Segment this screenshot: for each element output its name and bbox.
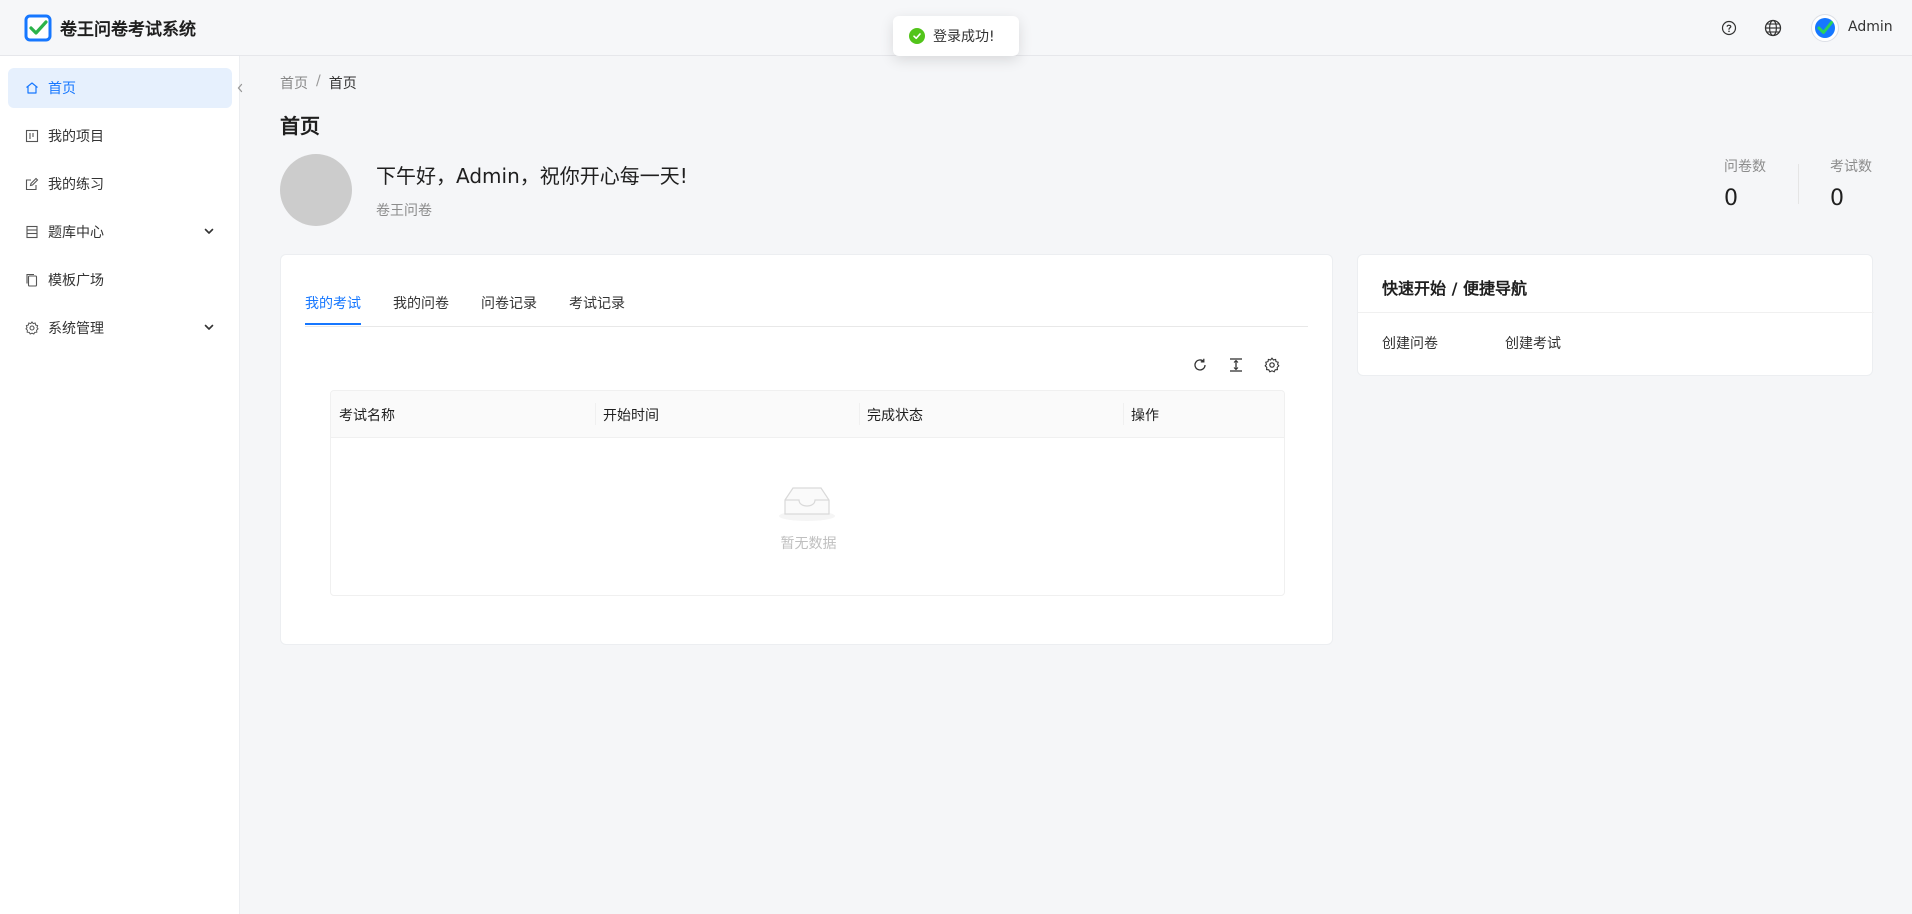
- sidebar-item-label: 首页: [48, 81, 76, 97]
- copy-icon: [24, 272, 40, 288]
- column-header-start-time: 开始时间: [603, 407, 659, 424]
- records-card: 我的考试 我的问卷 问卷记录 考试记录 考试名称 开始时间 完成状态 操作 暂无…: [280, 254, 1333, 645]
- table-toolbar: [281, 355, 1334, 379]
- sidebar-item-system[interactable]: 系统管理: [8, 308, 232, 348]
- table-header: 考试名称 开始时间 完成状态 操作: [331, 391, 1284, 438]
- column-header-status: 完成状态: [867, 407, 923, 424]
- empty-inbox-icon: [779, 487, 835, 521]
- sidebar-item-home[interactable]: 首页: [8, 68, 232, 108]
- database-icon: [24, 224, 40, 240]
- sidebar: 首页 我的项目 我的练习 题库中心 模板广场 系统管理: [0, 56, 240, 914]
- globe-icon[interactable]: [1763, 18, 1783, 38]
- app-title: 卷王问卷考试系统: [60, 20, 196, 40]
- avatar-logo-icon: [1815, 18, 1835, 38]
- create-survey-link[interactable]: 创建问卷: [1382, 333, 1438, 353]
- logo-icon: [24, 14, 52, 41]
- user-name[interactable]: Admin: [1848, 19, 1893, 35]
- brand[interactable]: 卷王问卷考试系统: [24, 14, 196, 42]
- check-circle-icon: [909, 28, 925, 44]
- stat-label: 考试数: [1830, 159, 1872, 175]
- quick-start-divider: [1358, 312, 1874, 313]
- empty-state: 暂无数据: [331, 438, 1284, 595]
- create-exam-link[interactable]: 创建考试: [1505, 333, 1561, 353]
- stat-exam-count: 考试数 0: [1830, 156, 1872, 211]
- chevron-down-icon: [202, 224, 216, 238]
- stat-value: 0: [1724, 186, 1738, 211]
- toast-message: 登录成功!: [933, 29, 995, 45]
- greeting-subtitle: 卷王问卷: [376, 203, 432, 219]
- records-table: 考试名称 开始时间 完成状态 操作 暂无数据: [330, 390, 1285, 596]
- stat-value: 0: [1830, 186, 1844, 211]
- tab-active-indicator: [305, 323, 361, 325]
- column-header-actions: 操作: [1131, 407, 1159, 424]
- tab-bar: 我的考试 我的问卷 问卷记录 考试记录: [305, 255, 1308, 327]
- tab-my-exams[interactable]: 我的考试: [305, 293, 361, 313]
- column-height-icon[interactable]: [1226, 355, 1246, 375]
- stat-label: 问卷数: [1724, 159, 1766, 175]
- sidebar-collapse-button[interactable]: [232, 76, 248, 100]
- sidebar-item-label: 系统管理: [48, 321, 104, 337]
- sidebar-item-practice[interactable]: 我的练习: [8, 164, 232, 204]
- chevron-down-icon: [202, 320, 216, 334]
- tab-exam-records[interactable]: 考试记录: [569, 293, 625, 313]
- breadcrumb-current: 首页: [328, 76, 357, 92]
- setting-icon[interactable]: [1262, 355, 1282, 375]
- column-header-exam-name: 考试名称: [339, 407, 395, 424]
- breadcrumb-separator: /: [316, 73, 321, 89]
- quick-start-card: 快速开始 / 便捷导航 创建问卷 创建考试: [1357, 254, 1874, 376]
- user-avatar[interactable]: [1811, 14, 1839, 42]
- tab-my-surveys[interactable]: 我的问卷: [393, 293, 449, 313]
- success-toast: 登录成功!: [893, 16, 1019, 56]
- stat-divider: [1798, 164, 1799, 204]
- reload-icon[interactable]: [1190, 355, 1210, 375]
- sidebar-item-label: 题库中心: [48, 225, 104, 241]
- home-icon: [24, 80, 40, 96]
- stat-survey-count: 问卷数 0: [1724, 156, 1766, 211]
- greeting-text: 下午好，Admin，祝你开心每一天!: [376, 164, 688, 188]
- sidebar-item-projects[interactable]: 我的项目: [8, 116, 232, 156]
- chevron-left-icon: [237, 83, 243, 93]
- page-title: 首页: [280, 114, 320, 138]
- gear-icon: [24, 320, 40, 336]
- tab-survey-records[interactable]: 问卷记录: [481, 293, 537, 313]
- sidebar-item-templates[interactable]: 模板广场: [8, 260, 232, 300]
- project-icon: [24, 128, 40, 144]
- empty-text: 暂无数据: [780, 536, 837, 552]
- sidebar-item-question-bank[interactable]: 题库中心: [8, 212, 232, 252]
- quick-start-title: 快速开始 / 便捷导航: [1382, 279, 1527, 298]
- sidebar-item-label: 模板广场: [48, 273, 104, 289]
- sidebar-item-label: 我的项目: [48, 129, 104, 145]
- edit-icon: [24, 176, 40, 192]
- avatar: [280, 154, 352, 226]
- sidebar-item-label: 我的练习: [48, 177, 104, 193]
- breadcrumb: 首页 / 首页: [280, 73, 357, 93]
- breadcrumb-root[interactable]: 首页: [280, 73, 308, 93]
- question-circle-icon[interactable]: [1719, 18, 1739, 38]
